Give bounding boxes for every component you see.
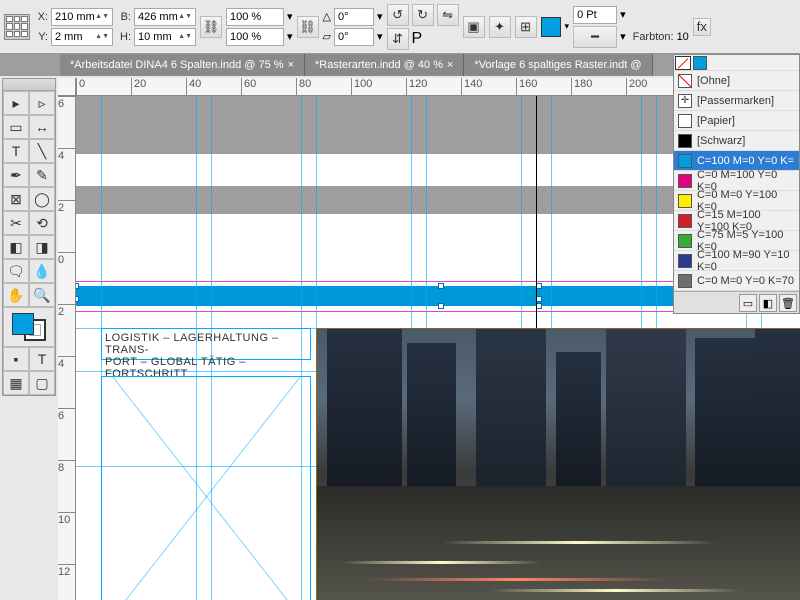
free-transform-tool[interactable]: ⟲ <box>29 211 55 235</box>
gap-tool[interactable]: ↔ <box>29 115 55 139</box>
delete-swatch-icon[interactable]: 🗑 <box>779 294 797 312</box>
swatch-chip <box>678 154 692 168</box>
select-container-icon[interactable]: ▣ <box>463 16 485 38</box>
page-tool[interactable]: ▭ <box>3 115 29 139</box>
empty-frame[interactable] <box>101 376 311 600</box>
rectangle-frame-tool[interactable]: ⊠ <box>3 187 29 211</box>
gradient-swatch-tool[interactable]: ◧ <box>3 235 29 259</box>
fill-color[interactable] <box>12 313 34 335</box>
swatch-chip <box>678 174 692 188</box>
swatch-row[interactable]: C=0 M=0 Y=0 K=70 <box>674 271 799 291</box>
height-input[interactable]: 10 mm▲▼ <box>134 28 196 46</box>
gradient-feather-tool[interactable]: ◨ <box>29 235 55 259</box>
control-bar: X: 210 mm▲▼ Y: 2 mm▲▼ B: 426 mm▲▼ H: 10 … <box>0 0 800 54</box>
swatch-name: C=100 M=90 Y=10 K=0 <box>697 249 795 273</box>
scale-x-input[interactable]: 100 % <box>226 8 284 26</box>
pen-tool[interactable]: ✒ <box>3 163 29 187</box>
vertical-ruler[interactable]: 642024681012 <box>58 96 76 600</box>
toolbox-grip[interactable] <box>3 79 55 91</box>
rotate-input[interactable]: 0° <box>334 8 374 26</box>
document-tab[interactable]: *Vorlage 6 spaltiges Raster.indt @ <box>464 54 652 76</box>
image-frame[interactable] <box>316 328 800 600</box>
swatch-row[interactable]: ✛ [Passermarken] <box>674 91 799 111</box>
zoom-tool[interactable]: 🔍 <box>29 283 55 307</box>
swatch-row[interactable]: [Papier] <box>674 111 799 131</box>
y-input[interactable]: 2 mm▲▼ <box>51 28 113 46</box>
line-tool[interactable]: ╲ <box>29 139 55 163</box>
paragraph-icon: P <box>412 30 423 48</box>
width-input[interactable]: 426 mm▲▼ <box>134 8 196 26</box>
rotate-ccw-icon[interactable]: ↺ <box>387 4 409 26</box>
farbton-label: Farbton: <box>633 31 674 43</box>
swatch-name: C=0 M=0 Y=0 K=70 <box>697 275 794 287</box>
align-menu-icon[interactable]: ⊞ <box>515 16 537 38</box>
close-icon[interactable]: × <box>288 59 294 71</box>
scissors-tool[interactable]: ✂ <box>3 211 29 235</box>
fill-stroke-toggle[interactable] <box>3 307 55 347</box>
effects-icon[interactable]: fx <box>693 18 711 36</box>
direct-selection-tool[interactable]: ▹ <box>29 91 55 115</box>
flip-v-icon[interactable]: ⇵ <box>387 28 409 50</box>
panel-stroke-icon[interactable] <box>693 56 707 70</box>
reference-point-selector[interactable] <box>4 14 30 40</box>
swatch-name: [Schwarz] <box>697 135 745 147</box>
eyedropper-tool[interactable]: 💧 <box>29 259 55 283</box>
swatches-panel: [Ohne] ✛ [Passermarken] [Papier] [Schwarz] C=… <box>673 54 800 314</box>
swatch-chip: ✛ <box>678 94 692 108</box>
note-tool[interactable]: 🗨 <box>3 259 29 283</box>
toolbox: ▸▹ ▭↔ T╲ ✒✎ ⊠◯ ✂⟲ ◧◨ 🗨💧 ✋🔍 ▪T ▦▢ <box>2 78 56 396</box>
scale-y-input[interactable]: 100 % <box>226 28 284 46</box>
select-content-icon[interactable]: ✦ <box>489 16 511 38</box>
w-label: B: <box>117 11 131 23</box>
swatch-name: [Papier] <box>697 115 735 127</box>
swatch-row[interactable]: [Schwarz] <box>674 131 799 151</box>
flip-h-icon[interactable]: ⇋ <box>437 4 459 26</box>
text-frame[interactable]: LOGISTIK – LAGERHALTUNG – TRANS- PORT – … <box>101 328 311 360</box>
ruler-origin[interactable] <box>58 78 76 96</box>
swatch-chip <box>678 254 692 268</box>
normal-view-icon[interactable]: ▦ <box>3 371 29 395</box>
shear-input[interactable]: 0° <box>334 28 374 46</box>
constrain-proportions-icon[interactable]: ⛓ <box>200 16 222 38</box>
swatch-chip <box>678 234 692 248</box>
rotate-cw-icon[interactable]: ↻ <box>412 4 434 26</box>
swatch-name: C=100 M=0 Y=0 K= <box>697 155 794 167</box>
new-swatch-icon[interactable]: ▭ <box>739 294 757 312</box>
document-tab[interactable]: *Arbeitsdatei DINA4 6 Spalten.indd @ 75 … <box>60 54 305 76</box>
x-label: X: <box>34 11 48 23</box>
swatch-row[interactable]: C=100 M=90 Y=10 K=0 <box>674 251 799 271</box>
x-input[interactable]: 210 mm▲▼ <box>51 8 113 26</box>
h-label: H: <box>117 31 131 43</box>
hand-tool[interactable]: ✋ <box>3 283 29 307</box>
panel-fill-none-icon[interactable] <box>675 56 691 70</box>
swatch-chip <box>678 194 692 208</box>
rectangle-tool[interactable]: ◯ <box>29 187 55 211</box>
swatch-chip <box>678 274 692 288</box>
stroke-style-dropdown[interactable]: ━ <box>573 26 617 48</box>
y-label: Y: <box>34 31 48 43</box>
pencil-tool[interactable]: ✎ <box>29 163 55 187</box>
preview-view-icon[interactable]: ▢ <box>29 371 55 395</box>
stroke-weight-input[interactable]: 0 Pt <box>573 6 617 24</box>
placed-image <box>317 329 800 600</box>
new-swatch-btn[interactable]: ◧ <box>759 294 777 312</box>
document-tab[interactable]: *Rasterarten.indd @ 40 %× <box>305 54 464 76</box>
link-scale-icon[interactable]: ⛓ <box>297 16 319 38</box>
type-tool[interactable]: T <box>3 139 29 163</box>
swatch-chip <box>678 114 692 128</box>
fill-swatch-control[interactable] <box>541 17 561 37</box>
swatch-name: [Passermarken] <box>697 95 774 107</box>
swatch-chip <box>678 74 692 88</box>
swatch-row[interactable]: [Ohne] <box>674 71 799 91</box>
swatches-footer: ▭ ◧ 🗑 <box>674 291 799 313</box>
text-line: LOGISTIK – LAGERHALTUNG – TRANS- <box>105 332 307 356</box>
farbton-value: 10 <box>677 31 689 43</box>
apply-color-icon[interactable]: ▪ <box>3 347 29 371</box>
swatch-name: [Ohne] <box>697 75 730 87</box>
swatch-chip <box>678 134 692 148</box>
close-icon[interactable]: × <box>447 59 453 71</box>
selection-tool[interactable]: ▸ <box>3 91 29 115</box>
formatting-text-icon[interactable]: T <box>29 347 55 371</box>
swatch-chip <box>678 214 692 228</box>
